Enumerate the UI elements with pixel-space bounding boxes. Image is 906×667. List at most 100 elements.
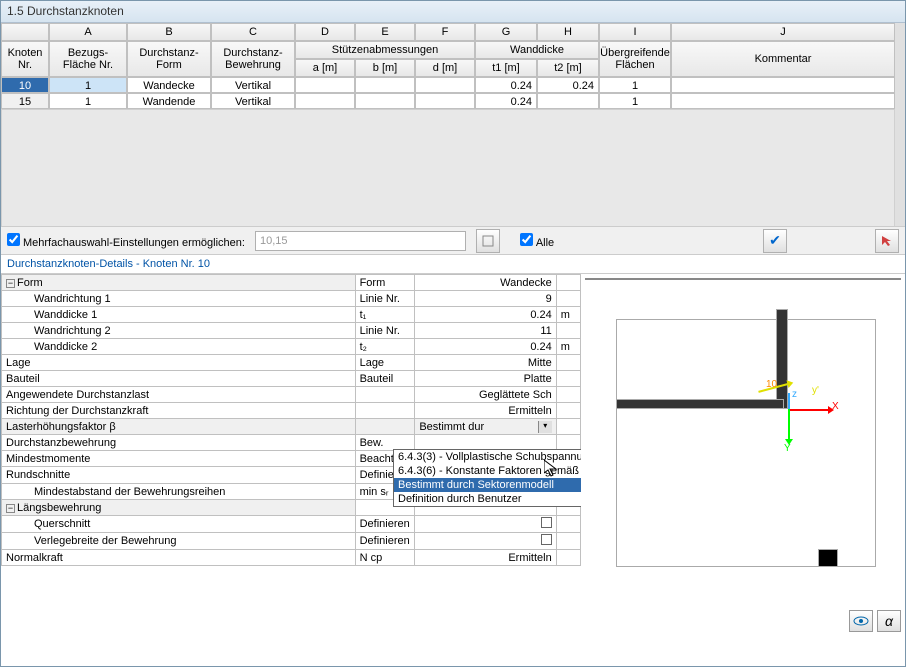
detail-value[interactable]: 11	[415, 323, 556, 339]
detail-row-key[interactable]: Wanddicke 1	[2, 307, 356, 323]
main-grid: A B C D E F G H I J Knoten Nr. Bezugs- F…	[1, 23, 905, 227]
detail-col2: t₁	[355, 307, 415, 323]
col-letter[interactable]: E	[355, 23, 415, 41]
row-header[interactable]: 10	[1, 77, 49, 93]
alle-checkbox[interactable]: Alle	[520, 233, 554, 249]
detail-value[interactable]: Wandecke	[415, 275, 556, 291]
toolbar: Mehrfachauswahl-Einstellungen ermögliche…	[1, 227, 905, 255]
detail-checkbox[interactable]	[541, 517, 552, 528]
detail-col2: t₂	[355, 339, 415, 355]
cell[interactable]	[671, 77, 895, 93]
cell[interactable]	[295, 77, 355, 93]
col-header[interactable]: Knoten Nr.	[1, 41, 49, 77]
detail-value[interactable]	[415, 533, 556, 550]
col-letter[interactable]: B	[127, 23, 211, 41]
cell[interactable]: 1	[599, 93, 671, 109]
cell[interactable]	[355, 77, 415, 93]
detail-value[interactable]: Platte	[415, 371, 556, 387]
col-header[interactable]: t1 [m]	[475, 59, 537, 77]
apply-button[interactable]: ✔	[763, 229, 787, 253]
detail-value[interactable]: 9	[415, 291, 556, 307]
detail-row-key[interactable]: Rundschnitte	[2, 467, 356, 484]
detail-row-key[interactable]: Lasterhöhungsfaktor β	[2, 419, 356, 435]
row-header[interactable]: 15	[1, 93, 49, 109]
select-arrow-button[interactable]	[875, 229, 899, 253]
detail-value[interactable]: Geglättete Sch	[415, 387, 556, 403]
detail-value[interactable]: Mitte	[415, 355, 556, 371]
detail-row-key[interactable]: Lage	[2, 355, 356, 371]
col-header[interactable]: b [m]	[355, 59, 415, 77]
preview-viewport[interactable]: X Y y' 10 z	[585, 278, 901, 280]
cell[interactable]	[295, 93, 355, 109]
cell[interactable]	[671, 93, 895, 109]
detail-value[interactable]: Ermitteln	[415, 403, 556, 419]
col-letter[interactable]: F	[415, 23, 475, 41]
col-header[interactable]: a [m]	[295, 59, 355, 77]
col-letter[interactable]: A	[49, 23, 127, 41]
cell[interactable]: 0.24	[537, 77, 599, 93]
col-header[interactable]: Durchstanz- Bewehrung	[211, 41, 295, 77]
detail-value[interactable]: Ermitteln	[415, 550, 556, 566]
details-grid: −FormFormWandeckeWandrichtung 1Linie Nr.…	[1, 274, 581, 636]
dropdown-option[interactable]: Bestimmt durch Sektorenmodell	[394, 478, 581, 492]
mehrfach-checkbox[interactable]: Mehrfachauswahl-Einstellungen ermögliche…	[7, 233, 245, 249]
detail-row-key[interactable]: Bauteil	[2, 371, 356, 387]
detail-row-key[interactable]: −Längsbewehrung	[2, 500, 356, 516]
cell[interactable]: 0.24	[475, 77, 537, 93]
col-letter[interactable]: G	[475, 23, 537, 41]
detail-row-key[interactable]: Mindestmomente	[2, 451, 356, 467]
col-header[interactable]: Bezugs- Fläche Nr.	[49, 41, 127, 77]
detail-row-key[interactable]: Wanddicke 2	[2, 339, 356, 355]
detail-value[interactable]: 0.24	[415, 339, 556, 355]
col-letter[interactable]: D	[295, 23, 355, 41]
detail-row-key[interactable]: Durchstanzbewehrung	[2, 435, 356, 451]
eye-button[interactable]	[849, 610, 873, 632]
detail-value[interactable]	[415, 516, 556, 533]
col-letter[interactable]: C	[211, 23, 295, 41]
dropdown-option[interactable]: Definition durch Benutzer	[394, 492, 581, 506]
detail-key: Wandrichtung 2	[34, 325, 111, 337]
col-letter[interactable]: J	[671, 23, 895, 41]
col-header[interactable]: t2 [m]	[537, 59, 599, 77]
cell[interactable]: 1	[599, 77, 671, 93]
detail-row-key[interactable]: Wandrichtung 2	[2, 323, 356, 339]
detail-row-key[interactable]: Normalkraft	[2, 550, 356, 566]
detail-row-key[interactable]: Angewendete Durchstanzlast	[2, 387, 356, 403]
col-header[interactable]: d [m]	[415, 59, 475, 77]
pick-button[interactable]	[476, 229, 500, 253]
col-header[interactable]: Kommentar	[671, 41, 895, 77]
col-header[interactable]: Durchstanz- Form	[127, 41, 211, 77]
cell[interactable]	[415, 93, 475, 109]
cell[interactable]: Vertikal	[211, 77, 295, 93]
cell[interactable]	[415, 77, 475, 93]
print-button[interactable]: α	[877, 610, 901, 632]
selection-field[interactable]	[255, 231, 466, 251]
detail-unit	[556, 275, 580, 291]
cell[interactable]	[537, 93, 599, 109]
cell[interactable]: Vertikal	[211, 93, 295, 109]
detail-value[interactable]: 0.24	[415, 307, 556, 323]
cell[interactable]: 0.24	[475, 93, 537, 109]
dropdown-toggle[interactable]: ▾	[538, 421, 552, 433]
detail-col2: Form	[355, 275, 415, 291]
detail-row-key[interactable]: Verlegebreite der Bewehrung	[2, 533, 356, 550]
detail-unit	[556, 387, 580, 403]
cell[interactable]	[355, 93, 415, 109]
cell[interactable]: 1	[49, 77, 127, 93]
detail-col2	[355, 419, 415, 435]
detail-checkbox[interactable]	[541, 534, 552, 545]
cell[interactable]: Wandecke	[127, 77, 211, 93]
detail-row-key[interactable]: Mindestabstand der Bewehrungsreihen	[2, 484, 356, 500]
col-letter[interactable]: I	[599, 23, 671, 41]
detail-row-key[interactable]: Richtung der Durchstanzkraft	[2, 403, 356, 419]
cell[interactable]: Wandende	[127, 93, 211, 109]
beta-dropdown[interactable]: 6.4.3(3) - Vollplastische Schubspannungs…	[393, 449, 581, 507]
detail-row-key[interactable]: Wandrichtung 1	[2, 291, 356, 307]
grid-empty	[1, 109, 895, 227]
col-header[interactable]: Übergreifende Flächen	[599, 41, 671, 77]
detail-row-key[interactable]: Querschnitt	[2, 516, 356, 533]
detail-row-key[interactable]: −Form	[2, 275, 356, 291]
detail-value[interactable]: Bestimmt dur▾	[415, 419, 556, 435]
cell[interactable]: 1	[49, 93, 127, 109]
col-letter[interactable]: H	[537, 23, 599, 41]
